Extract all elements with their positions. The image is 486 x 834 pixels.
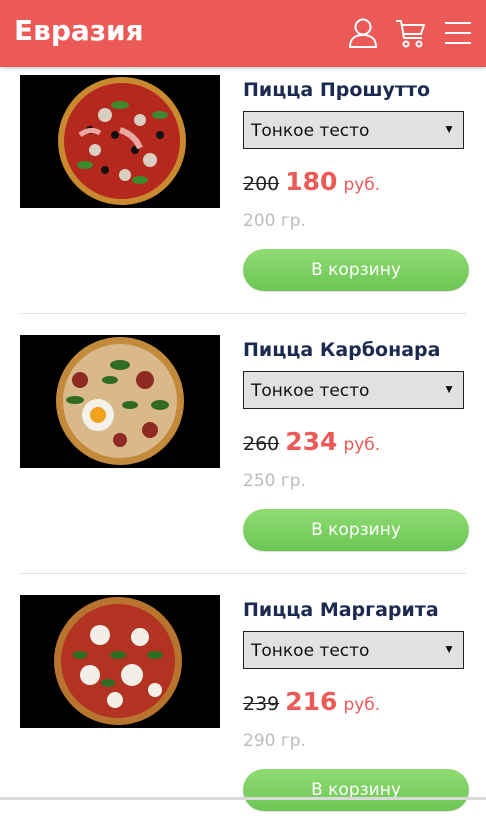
product-weight: 200 гр. bbox=[243, 211, 306, 231]
dough-select-value: Тонкое тесто bbox=[251, 641, 370, 661]
dough-select[interactable]: Тонкое тесто ▼ bbox=[243, 371, 464, 409]
dropdown-arrow-icon: ▼ bbox=[443, 642, 455, 656]
product-photo[interactable] bbox=[20, 335, 220, 468]
currency-label: руб. bbox=[343, 695, 381, 715]
currency-label: руб. bbox=[343, 175, 381, 195]
price-row: 200 180 руб. bbox=[243, 167, 380, 199]
current-price: 180 bbox=[285, 167, 338, 196]
old-price: 260 bbox=[243, 433, 280, 455]
add-to-cart-button[interactable]: В корзину bbox=[243, 769, 469, 811]
old-price: 239 bbox=[243, 693, 280, 715]
menu-icon[interactable] bbox=[441, 16, 475, 50]
product-weight: 290 гр. bbox=[243, 731, 306, 751]
product-card: Пицца Прошутто Тонкое тесто ▼ 200 180 руб.… bbox=[0, 54, 486, 314]
dough-select[interactable]: Тонкое тесто ▼ bbox=[243, 631, 464, 669]
add-to-cart-button[interactable]: В корзину bbox=[243, 249, 469, 291]
product-weight: 250 гр. bbox=[243, 471, 306, 491]
current-price: 216 bbox=[285, 687, 338, 716]
cart-icon[interactable] bbox=[394, 16, 428, 50]
brand-logo[interactable]: Евразия bbox=[14, 14, 144, 47]
dough-select-value: Тонкое тесто bbox=[251, 381, 370, 401]
user-icon[interactable] bbox=[346, 16, 380, 50]
product-title[interactable]: Пицца Прошутто bbox=[243, 79, 430, 101]
product-title[interactable]: Пицца Карбонара bbox=[243, 339, 440, 361]
product-card: Пицца Карбонара Тонкое тесто ▼ 260 234 руб… bbox=[0, 314, 486, 574]
add-to-cart-button[interactable]: В корзину bbox=[243, 509, 469, 551]
old-price: 200 bbox=[243, 173, 280, 195]
product-card: Пицца Маргарита Тонкое тесто ▼ 239 216 руб… bbox=[0, 574, 486, 834]
dropdown-arrow-icon: ▼ bbox=[443, 122, 455, 136]
price-row: 260 234 руб. bbox=[243, 427, 380, 459]
price-row: 239 216 руб. bbox=[243, 687, 380, 719]
product-photo[interactable] bbox=[20, 75, 220, 208]
current-price: 234 bbox=[285, 427, 338, 456]
currency-label: руб. bbox=[343, 435, 381, 455]
dough-select-value: Тонкое тесто bbox=[251, 121, 370, 141]
dough-select[interactable]: Тонкое тесто ▼ bbox=[243, 111, 464, 149]
product-title[interactable]: Пицца Маргарита bbox=[243, 599, 439, 621]
product-photo[interactable] bbox=[20, 595, 220, 728]
app-header: Евразия bbox=[0, 0, 486, 67]
dropdown-arrow-icon: ▼ bbox=[443, 382, 455, 396]
